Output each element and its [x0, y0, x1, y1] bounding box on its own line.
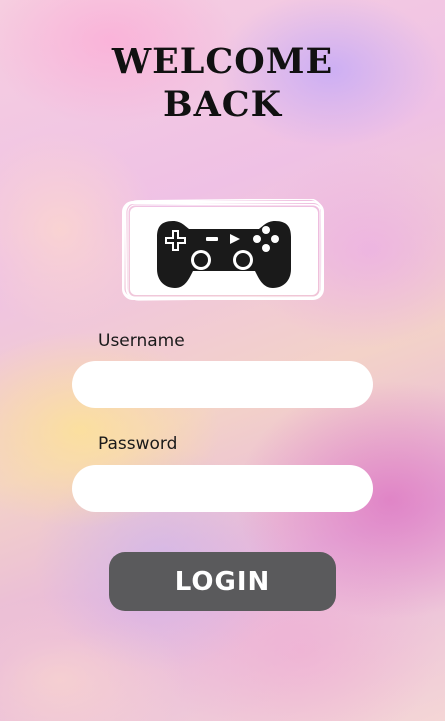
username-input[interactable]	[72, 361, 373, 408]
gamepad-icon	[122, 199, 324, 301]
username-label: Username	[98, 331, 185, 351]
page-title: WELCOME BACK	[0, 40, 445, 126]
password-label: Password	[98, 434, 178, 454]
gamepad-logo	[121, 199, 326, 302]
password-input[interactable]	[72, 465, 373, 512]
title-line-2: BACK	[162, 84, 282, 125]
login-button[interactable]: LOGIN	[109, 552, 336, 611]
title-line-1: WELCOME	[111, 41, 334, 82]
